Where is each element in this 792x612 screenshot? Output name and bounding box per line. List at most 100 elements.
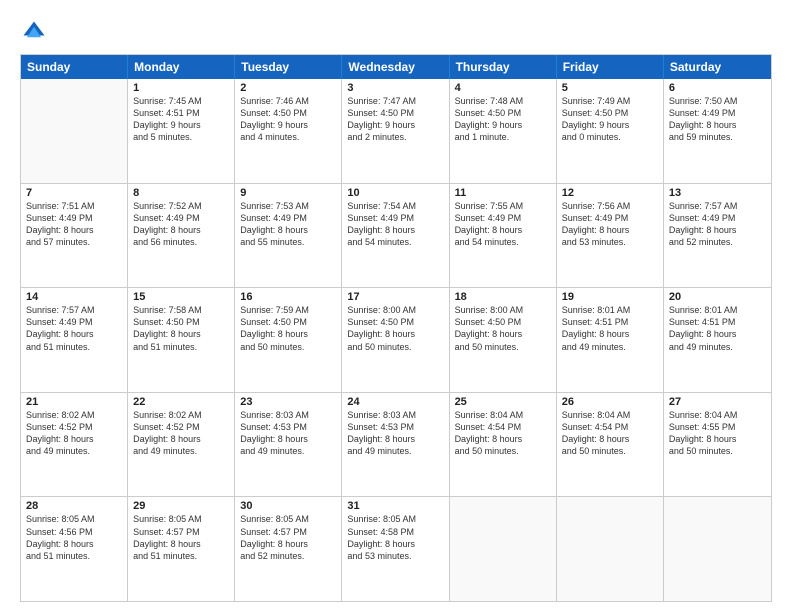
day-info: Sunrise: 8:04 AM Sunset: 4:54 PM Dayligh… <box>455 409 551 458</box>
day-info: Sunrise: 7:47 AM Sunset: 4:50 PM Dayligh… <box>347 95 443 144</box>
day-number: 24 <box>347 396 443 408</box>
calendar-day-7: 7Sunrise: 7:51 AM Sunset: 4:49 PM Daylig… <box>21 184 128 288</box>
weekday-header: Tuesday <box>235 55 342 79</box>
day-info: Sunrise: 8:05 AM Sunset: 4:57 PM Dayligh… <box>240 513 336 562</box>
calendar-day-30: 30Sunrise: 8:05 AM Sunset: 4:57 PM Dayli… <box>235 497 342 601</box>
calendar-day-15: 15Sunrise: 7:58 AM Sunset: 4:50 PM Dayli… <box>128 288 235 392</box>
calendar-day-21: 21Sunrise: 8:02 AM Sunset: 4:52 PM Dayli… <box>21 393 128 497</box>
day-number: 6 <box>669 82 766 94</box>
day-info: Sunrise: 8:03 AM Sunset: 4:53 PM Dayligh… <box>240 409 336 458</box>
day-number: 30 <box>240 500 336 512</box>
day-info: Sunrise: 8:04 AM Sunset: 4:55 PM Dayligh… <box>669 409 766 458</box>
calendar-row: 7Sunrise: 7:51 AM Sunset: 4:49 PM Daylig… <box>21 183 771 288</box>
day-info: Sunrise: 8:00 AM Sunset: 4:50 PM Dayligh… <box>455 304 551 353</box>
page: SundayMondayTuesdayWednesdayThursdayFrid… <box>0 0 792 612</box>
calendar-day-14: 14Sunrise: 7:57 AM Sunset: 4:49 PM Dayli… <box>21 288 128 392</box>
day-info: Sunrise: 7:58 AM Sunset: 4:50 PM Dayligh… <box>133 304 229 353</box>
calendar-day-29: 29Sunrise: 8:05 AM Sunset: 4:57 PM Dayli… <box>128 497 235 601</box>
day-number: 7 <box>26 187 122 199</box>
day-number: 10 <box>347 187 443 199</box>
day-info: Sunrise: 7:52 AM Sunset: 4:49 PM Dayligh… <box>133 200 229 249</box>
calendar-day-27: 27Sunrise: 8:04 AM Sunset: 4:55 PM Dayli… <box>664 393 771 497</box>
day-number: 8 <box>133 187 229 199</box>
calendar-day-31: 31Sunrise: 8:05 AM Sunset: 4:58 PM Dayli… <box>342 497 449 601</box>
logo <box>20 18 52 46</box>
day-number: 29 <box>133 500 229 512</box>
day-number: 5 <box>562 82 658 94</box>
weekday-header: Friday <box>557 55 664 79</box>
day-info: Sunrise: 8:05 AM Sunset: 4:58 PM Dayligh… <box>347 513 443 562</box>
day-number: 2 <box>240 82 336 94</box>
day-number: 22 <box>133 396 229 408</box>
day-info: Sunrise: 8:05 AM Sunset: 4:56 PM Dayligh… <box>26 513 122 562</box>
day-number: 9 <box>240 187 336 199</box>
calendar-day-20: 20Sunrise: 8:01 AM Sunset: 4:51 PM Dayli… <box>664 288 771 392</box>
day-number: 17 <box>347 291 443 303</box>
day-info: Sunrise: 7:54 AM Sunset: 4:49 PM Dayligh… <box>347 200 443 249</box>
header <box>20 18 772 46</box>
day-info: Sunrise: 7:46 AM Sunset: 4:50 PM Dayligh… <box>240 95 336 144</box>
day-info: Sunrise: 8:02 AM Sunset: 4:52 PM Dayligh… <box>26 409 122 458</box>
day-number: 11 <box>455 187 551 199</box>
calendar-day-24: 24Sunrise: 8:03 AM Sunset: 4:53 PM Dayli… <box>342 393 449 497</box>
calendar-day-26: 26Sunrise: 8:04 AM Sunset: 4:54 PM Dayli… <box>557 393 664 497</box>
day-info: Sunrise: 7:59 AM Sunset: 4:50 PM Dayligh… <box>240 304 336 353</box>
calendar-body: 1Sunrise: 7:45 AM Sunset: 4:51 PM Daylig… <box>21 79 771 601</box>
calendar-row: 1Sunrise: 7:45 AM Sunset: 4:51 PM Daylig… <box>21 79 771 183</box>
weekday-header: Sunday <box>21 55 128 79</box>
day-info: Sunrise: 7:51 AM Sunset: 4:49 PM Dayligh… <box>26 200 122 249</box>
calendar-empty-cell <box>450 497 557 601</box>
day-number: 12 <box>562 187 658 199</box>
calendar-day-1: 1Sunrise: 7:45 AM Sunset: 4:51 PM Daylig… <box>128 79 235 183</box>
day-number: 18 <box>455 291 551 303</box>
logo-icon <box>20 18 48 46</box>
day-info: Sunrise: 8:01 AM Sunset: 4:51 PM Dayligh… <box>562 304 658 353</box>
day-info: Sunrise: 7:56 AM Sunset: 4:49 PM Dayligh… <box>562 200 658 249</box>
day-info: Sunrise: 7:55 AM Sunset: 4:49 PM Dayligh… <box>455 200 551 249</box>
calendar-empty-cell <box>557 497 664 601</box>
day-info: Sunrise: 8:04 AM Sunset: 4:54 PM Dayligh… <box>562 409 658 458</box>
day-number: 20 <box>669 291 766 303</box>
day-number: 16 <box>240 291 336 303</box>
day-info: Sunrise: 8:03 AM Sunset: 4:53 PM Dayligh… <box>347 409 443 458</box>
calendar-day-19: 19Sunrise: 8:01 AM Sunset: 4:51 PM Dayli… <box>557 288 664 392</box>
calendar-day-25: 25Sunrise: 8:04 AM Sunset: 4:54 PM Dayli… <box>450 393 557 497</box>
day-info: Sunrise: 8:02 AM Sunset: 4:52 PM Dayligh… <box>133 409 229 458</box>
day-number: 21 <box>26 396 122 408</box>
calendar-day-23: 23Sunrise: 8:03 AM Sunset: 4:53 PM Dayli… <box>235 393 342 497</box>
calendar-empty-cell <box>664 497 771 601</box>
calendar-day-8: 8Sunrise: 7:52 AM Sunset: 4:49 PM Daylig… <box>128 184 235 288</box>
calendar-day-9: 9Sunrise: 7:53 AM Sunset: 4:49 PM Daylig… <box>235 184 342 288</box>
day-number: 3 <box>347 82 443 94</box>
day-info: Sunrise: 7:53 AM Sunset: 4:49 PM Dayligh… <box>240 200 336 249</box>
calendar-day-17: 17Sunrise: 8:00 AM Sunset: 4:50 PM Dayli… <box>342 288 449 392</box>
day-number: 19 <box>562 291 658 303</box>
weekday-header: Wednesday <box>342 55 449 79</box>
calendar-day-13: 13Sunrise: 7:57 AM Sunset: 4:49 PM Dayli… <box>664 184 771 288</box>
calendar-day-5: 5Sunrise: 7:49 AM Sunset: 4:50 PM Daylig… <box>557 79 664 183</box>
day-number: 31 <box>347 500 443 512</box>
day-info: Sunrise: 8:01 AM Sunset: 4:51 PM Dayligh… <box>669 304 766 353</box>
day-number: 26 <box>562 396 658 408</box>
day-number: 14 <box>26 291 122 303</box>
calendar-day-18: 18Sunrise: 8:00 AM Sunset: 4:50 PM Dayli… <box>450 288 557 392</box>
day-number: 4 <box>455 82 551 94</box>
day-info: Sunrise: 7:45 AM Sunset: 4:51 PM Dayligh… <box>133 95 229 144</box>
calendar-header: SundayMondayTuesdayWednesdayThursdayFrid… <box>21 55 771 79</box>
day-number: 25 <box>455 396 551 408</box>
calendar-day-10: 10Sunrise: 7:54 AM Sunset: 4:49 PM Dayli… <box>342 184 449 288</box>
weekday-header: Saturday <box>664 55 771 79</box>
day-number: 1 <box>133 82 229 94</box>
day-info: Sunrise: 7:57 AM Sunset: 4:49 PM Dayligh… <box>26 304 122 353</box>
day-number: 28 <box>26 500 122 512</box>
weekday-header: Monday <box>128 55 235 79</box>
calendar-day-3: 3Sunrise: 7:47 AM Sunset: 4:50 PM Daylig… <box>342 79 449 183</box>
calendar-row: 28Sunrise: 8:05 AM Sunset: 4:56 PM Dayli… <box>21 496 771 601</box>
calendar-day-4: 4Sunrise: 7:48 AM Sunset: 4:50 PM Daylig… <box>450 79 557 183</box>
day-info: Sunrise: 7:57 AM Sunset: 4:49 PM Dayligh… <box>669 200 766 249</box>
calendar-day-22: 22Sunrise: 8:02 AM Sunset: 4:52 PM Dayli… <box>128 393 235 497</box>
day-info: Sunrise: 7:50 AM Sunset: 4:49 PM Dayligh… <box>669 95 766 144</box>
calendar-row: 14Sunrise: 7:57 AM Sunset: 4:49 PM Dayli… <box>21 287 771 392</box>
day-number: 23 <box>240 396 336 408</box>
calendar-day-2: 2Sunrise: 7:46 AM Sunset: 4:50 PM Daylig… <box>235 79 342 183</box>
